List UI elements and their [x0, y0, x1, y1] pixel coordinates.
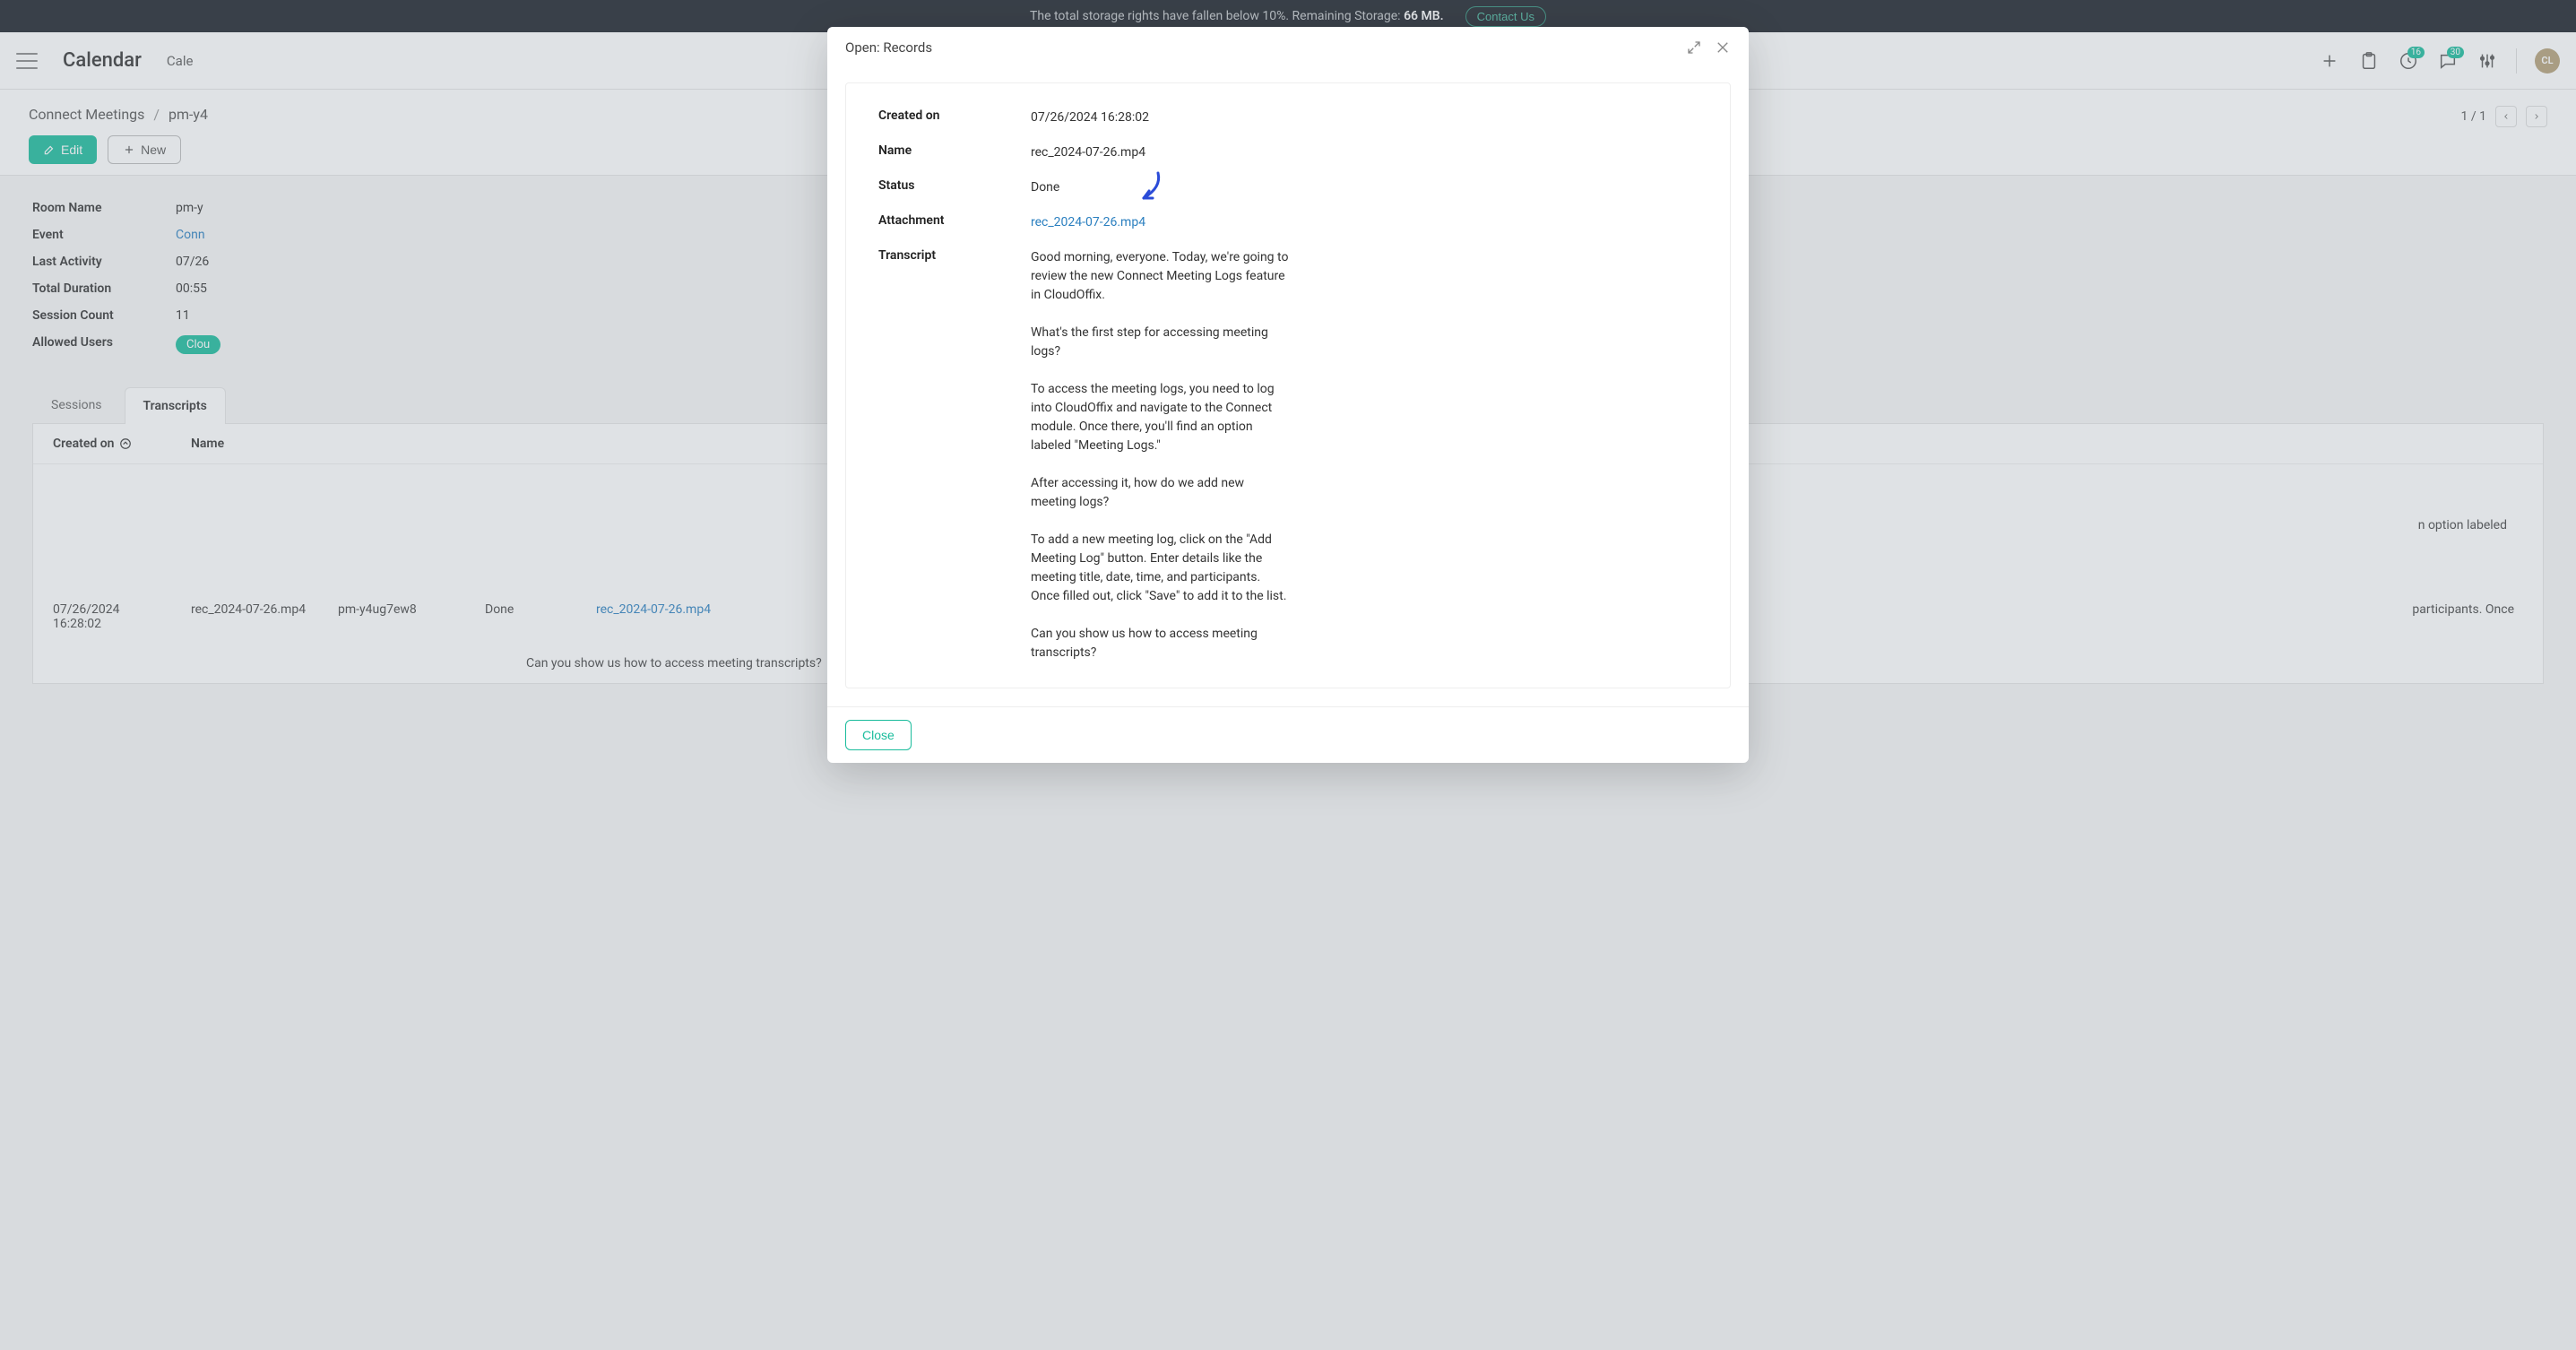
modal-status-label: Status — [878, 178, 1022, 193]
modal-name-value: rec_2024-07-26.mp4 — [1031, 143, 1291, 162]
modal-footer: Close — [827, 706, 1749, 763]
modal-header: Open: Records — [827, 27, 1749, 68]
modal-body: Created on 07/26/2024 16:28:02 Name rec_… — [827, 68, 1749, 706]
close-icon[interactable] — [1715, 39, 1731, 56]
modal-attachment-link[interactable]: rec_2024-07-26.mp4 — [1031, 213, 1291, 232]
modal-created-on-label: Created on — [878, 108, 1022, 123]
modal-name-label: Name — [878, 143, 1022, 158]
modal-transcript-label: Transcript — [878, 248, 1022, 263]
modal-title: Open: Records — [845, 39, 932, 56]
records-modal: Open: Records Created on 07/26/2024 16:2… — [827, 27, 1749, 763]
modal-transcript-text: Good morning, everyone. Today, we're goi… — [1031, 248, 1291, 662]
expand-icon[interactable] — [1686, 39, 1702, 56]
modal-status-value: Done — [1031, 178, 1291, 197]
modal-attachment-label: Attachment — [878, 213, 1022, 228]
modal-created-on-value: 07/26/2024 16:28:02 — [1031, 108, 1291, 127]
close-button[interactable]: Close — [845, 720, 912, 750]
